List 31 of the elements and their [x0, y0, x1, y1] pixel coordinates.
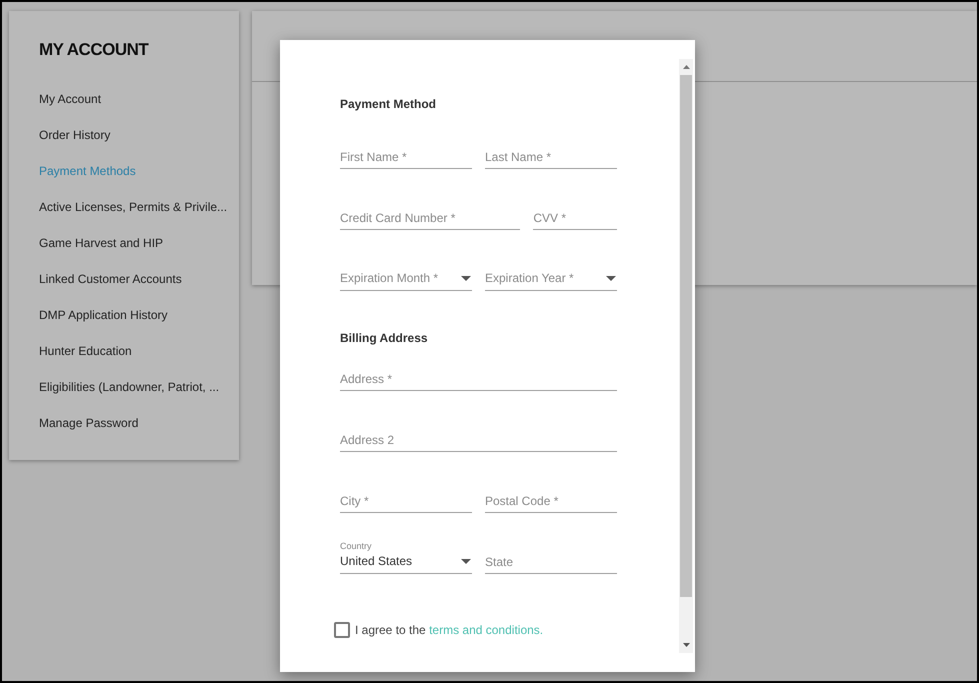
scrollbar[interactable] — [679, 59, 693, 653]
sidebar-link[interactable]: Active Licenses, Permits & Privile... — [39, 199, 239, 235]
sidebar-link[interactable]: My Account — [39, 91, 239, 127]
input-field[interactable]: Postal Code * — [485, 481, 617, 513]
sidebar-link[interactable]: Order History — [39, 127, 239, 163]
caret-icon — [461, 559, 471, 564]
input-field[interactable]: First Name * — [340, 137, 472, 169]
field-label: Country — [340, 540, 372, 553]
agreement-text: I agree to the terms and conditions. — [355, 622, 544, 639]
input-field[interactable]: City * — [340, 481, 472, 513]
select-field[interactable]: Country United States — [340, 542, 472, 574]
section-heading: Payment Method — [340, 97, 438, 111]
sidebar-link[interactable]: Linked Customer Accounts — [39, 271, 239, 307]
caret-icon — [461, 276, 471, 281]
input-field[interactable]: Address 2 — [340, 420, 617, 452]
sidebar-link[interactable]: Manage Password — [39, 415, 239, 451]
sidebar-link[interactable]: DMP Application History — [39, 307, 239, 343]
caret-icon — [606, 276, 616, 281]
input-field[interactable]: Credit Card Number * — [340, 198, 520, 230]
sidebar-link[interactable]: Hunter Education — [39, 343, 239, 379]
input-field[interactable]: State — [485, 542, 617, 574]
sidebar-link[interactable]: Game Harvest and HIP — [39, 235, 239, 271]
input-field[interactable]: CVV * — [533, 198, 617, 230]
section-heading: Billing Address — [340, 331, 429, 345]
sidebar-title: MY ACCOUNT — [39, 40, 150, 60]
checkbox[interactable] — [334, 622, 350, 638]
input-field[interactable]: Address * — [340, 359, 617, 391]
sidebar-link[interactable]: Eligibilities (Landowner, Patriot, ... — [39, 379, 239, 415]
scroll-down-icon[interactable] — [682, 643, 690, 647]
scroll-up-icon[interactable] — [682, 65, 690, 69]
input-field[interactable]: Last Name * — [485, 137, 617, 169]
